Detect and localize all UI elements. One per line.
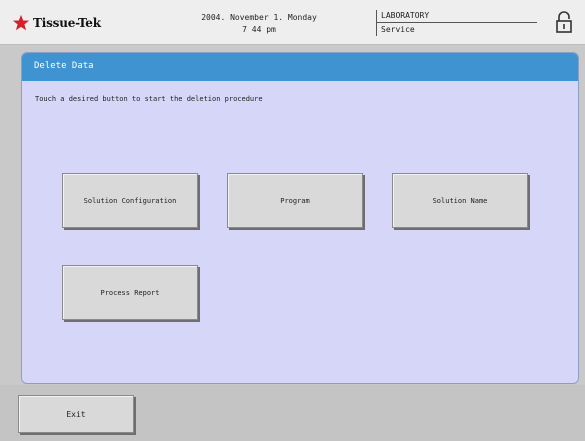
datetime: 2004. November 1. Monday 7 44 pm — [184, 12, 334, 36]
solution-name-button[interactable]: Solution Name — [392, 173, 528, 228]
logo-text: Tissue-Tek — [33, 16, 101, 30]
instruction-text: Touch a desired button to start the dele… — [35, 95, 263, 103]
star-icon — [12, 14, 30, 31]
lock-icon — [556, 11, 572, 33]
panel-title-bar: Delete Data — [22, 53, 578, 81]
status-box: LABORATORY Service — [376, 10, 537, 36]
header-bar: Tissue-Tek 2004. November 1. Monday 7 44… — [0, 0, 585, 45]
panel-title: Delete Data — [34, 61, 94, 71]
mode-label: LABORATORY — [381, 11, 430, 20]
process-report-button[interactable]: Process Report — [62, 265, 198, 320]
exit-button[interactable]: Exit — [18, 395, 134, 433]
user-label: Service — [381, 25, 415, 34]
delete-data-panel: Delete Data Touch a desired button to st… — [21, 52, 579, 384]
logo: Tissue-Tek — [12, 12, 101, 34]
time-text: 7 44 pm — [242, 25, 276, 34]
date-text: 2004. November 1. Monday — [201, 13, 317, 22]
footer-bar: Exit — [0, 385, 585, 441]
solution-configuration-button[interactable]: Solution Configuration — [62, 173, 198, 228]
program-button[interactable]: Program — [227, 173, 363, 228]
screen: Tissue-Tek 2004. November 1. Monday 7 44… — [0, 0, 585, 441]
lock-button[interactable] — [553, 10, 575, 34]
status-divider — [377, 22, 537, 23]
